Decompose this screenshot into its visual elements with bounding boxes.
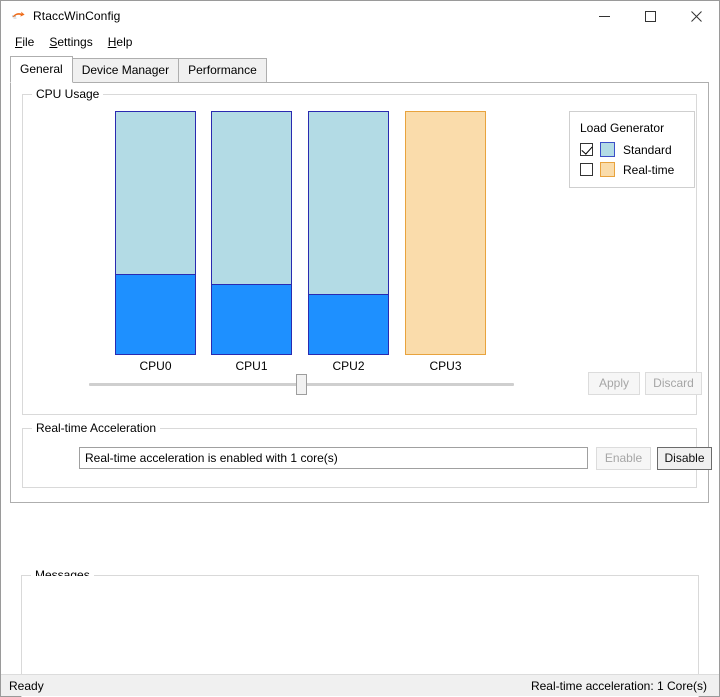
status-bar: Ready Real-time acceleration: 1 Core(s) [1, 674, 719, 696]
minimize-button[interactable] [581, 1, 627, 31]
tab-strip: General Device Manager Performance [10, 56, 709, 83]
load-slider-thumb[interactable] [296, 374, 307, 395]
cpu-bar-fill-cpu1 [212, 283, 291, 354]
menu-bar: File Settings Help [1, 31, 719, 52]
cpu-bar-fill-cpu2 [309, 293, 388, 354]
load-slider[interactable] [89, 372, 514, 396]
close-button[interactable] [673, 1, 719, 31]
standard-checkbox[interactable] [580, 143, 593, 156]
rtacc-app-icon [10, 8, 26, 24]
title-bar: RtaccWinConfig [1, 1, 719, 31]
window-title: RtaccWinConfig [33, 9, 121, 23]
tab-performance[interactable]: Performance [178, 58, 267, 83]
standard-color-swatch [600, 142, 615, 157]
cpu-usage-chart: CPU0 CPU1 CPU2 CPU3 Load Generator Stand… [23, 95, 702, 414]
cpu-bar-label-cpu1: CPU1 [235, 359, 268, 373]
cpu-bar-cpu1[interactable]: CPU1 [211, 111, 292, 373]
content-area: General Device Manager Performance CPU U… [1, 52, 719, 697]
apply-button[interactable]: Apply [588, 372, 640, 395]
cpu-bar-track-cpu2 [308, 111, 389, 355]
legend-title: Load Generator [580, 121, 665, 135]
status-left-text: Ready [9, 678, 44, 693]
window-controls [581, 1, 719, 31]
cpu-usage-group: CPU Usage CPU0 CPU1 CPU2 CPU3 Load Gener… [22, 87, 702, 415]
realtime-color-swatch [600, 162, 615, 177]
cpu-bar-cpu0[interactable]: CPU0 [115, 111, 196, 373]
discard-button[interactable]: Discard [645, 372, 702, 395]
cpu-bar-track-cpu0 [115, 111, 196, 355]
app-window: RtaccWinConfig File Settings Help Genera… [0, 0, 720, 697]
realtime-label: Real-time [623, 162, 675, 177]
maximize-button[interactable] [627, 1, 673, 31]
tab-general[interactable]: General [10, 56, 73, 83]
load-generator-legend: Load Generator Standard Real-time [569, 111, 695, 188]
rt-acceleration-status-field[interactable]: Real-time acceleration is enabled with 1… [79, 447, 588, 469]
menu-item-file[interactable]: File [8, 33, 42, 51]
tab-page-general: CPU Usage CPU0 CPU1 CPU2 CPU3 Load Gener… [10, 82, 712, 503]
menu-item-help[interactable]: Help [101, 33, 141, 51]
cpu-bar-cpu2[interactable]: CPU2 [308, 111, 389, 373]
standard-label: Standard [623, 142, 672, 157]
cpu-bar-label-cpu2: CPU2 [332, 359, 365, 373]
status-right-text: Real-time acceleration: 1 Core(s) [530, 678, 707, 693]
menu-item-settings[interactable]: Settings [42, 33, 100, 51]
cpu-bar-label-cpu0: CPU0 [139, 359, 172, 373]
cpu-bar-track-cpu3 [405, 111, 486, 355]
tab-device-manager[interactable]: Device Manager [71, 58, 180, 83]
realtime-checkbox[interactable] [580, 163, 593, 176]
tab-area: General Device Manager Performance [1, 52, 719, 83]
cpu-bar-fill-cpu0 [116, 274, 195, 354]
rt-acceleration-group-label: Real-time Acceleration [32, 421, 161, 435]
legend-row-standard[interactable]: Standard [580, 142, 682, 157]
cpu-bar-track-cpu1 [211, 111, 292, 355]
disable-button[interactable]: Disable [657, 447, 712, 470]
enable-button[interactable]: Enable [596, 447, 651, 470]
cpu-bar-cpu3[interactable]: CPU3 [405, 111, 486, 373]
cpu-bar-label-cpu3: CPU3 [429, 359, 462, 373]
legend-row-realtime[interactable]: Real-time [580, 162, 682, 177]
rt-acceleration-group: Real-time Acceleration Real-time acceler… [22, 421, 712, 488]
